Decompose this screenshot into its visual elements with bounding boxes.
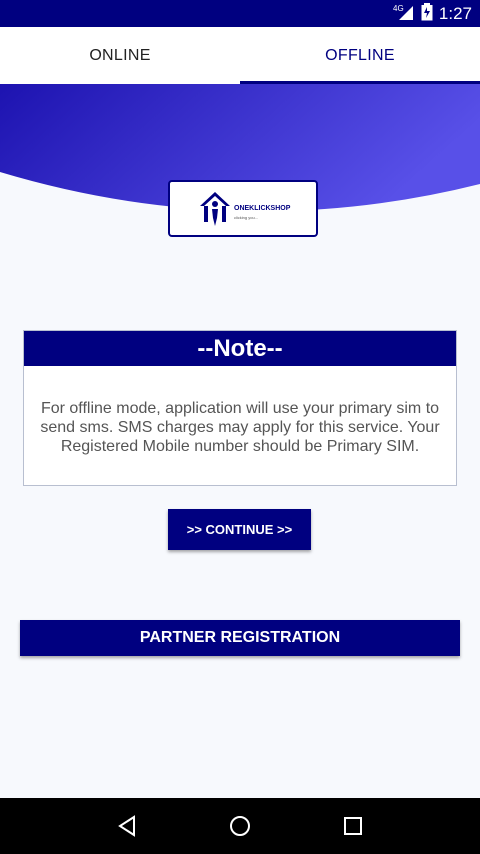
- system-navigation-bar: [0, 798, 480, 854]
- home-icon[interactable]: [220, 806, 260, 846]
- note-message: For offline mode, application will use y…: [40, 400, 440, 455]
- status-bar: 4G 1:27: [0, 0, 480, 27]
- back-icon[interactable]: [107, 806, 147, 846]
- clock-time: 1:27: [438, 3, 472, 23]
- brand-logo-card: ONEKLICKSHOP clicking you...: [168, 180, 318, 237]
- tab-offline[interactable]: OFFLINE: [240, 27, 480, 84]
- partner-registration-button[interactable]: PARTNER REGISTRATION: [20, 620, 460, 656]
- note-title: --Note--: [24, 331, 456, 366]
- status-icons: 4G 1:27: [393, 0, 472, 27]
- network-type-label: 4G: [393, 4, 404, 13]
- brand-name: ONEKLICKSHOP: [234, 205, 291, 212]
- mode-tabs: ONLINE OFFLINE: [0, 27, 480, 84]
- continue-button[interactable]: >> CONTINUE >>: [168, 509, 311, 550]
- tab-online[interactable]: ONLINE: [0, 27, 240, 84]
- brand-tagline: clicking you...: [234, 215, 259, 220]
- offline-note-card: --Note-- For offline mode, application w…: [23, 330, 457, 486]
- signal-icon: 4G: [393, 3, 415, 25]
- house-logo-icon: [200, 192, 230, 226]
- recents-icon[interactable]: [333, 806, 373, 846]
- battery-icon: [421, 2, 433, 25]
